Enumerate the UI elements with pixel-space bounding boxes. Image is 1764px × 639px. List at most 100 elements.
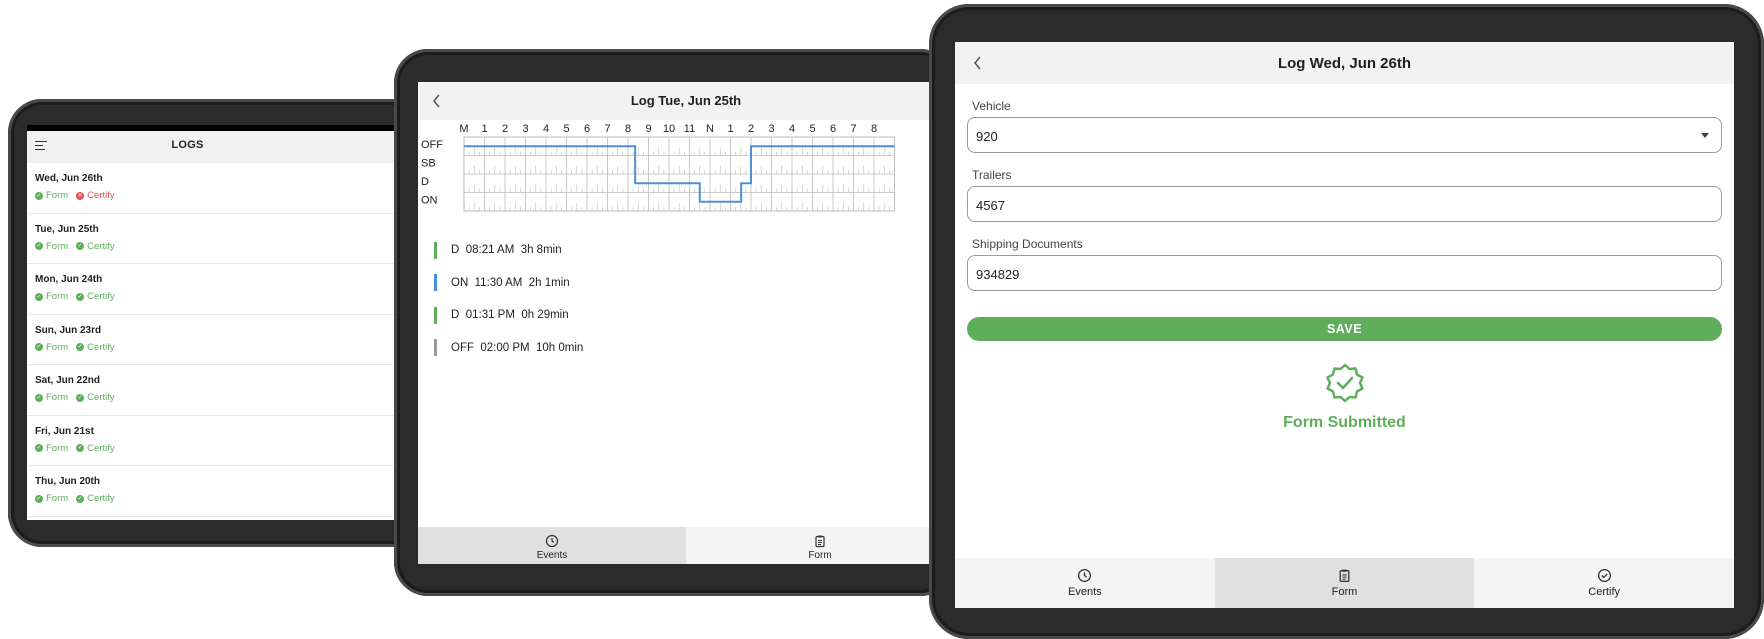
tab-form[interactable]: Form: [1214, 558, 1475, 608]
verified-badge-icon: [1325, 363, 1364, 403]
event-row[interactable]: D 08:21 AM 3h 8min: [434, 234, 954, 267]
check-circle-icon: ✓: [76, 343, 85, 351]
check-circle-icon: ✓: [35, 343, 43, 351]
trailers-value: 4567: [976, 198, 1005, 213]
log-status-badges: ✓ Form ✕ Certify: [35, 190, 428, 201]
log-status-badges: ✓ Form ✓ Certify: [35, 392, 428, 403]
hour-label: 7: [850, 123, 856, 135]
log-status-badges: ✓ Form ✓ Certify: [35, 342, 428, 353]
tab-certify[interactable]: Certify: [1474, 558, 1734, 608]
trailers-input[interactable]: 4567: [967, 186, 1722, 222]
check-circle-icon: ✓: [76, 242, 85, 250]
x-circle-icon: ✕: [76, 191, 85, 200]
certify-status-label: Certify: [87, 392, 115, 403]
tab-events[interactable]: Events: [955, 558, 1215, 608]
log-list-item[interactable]: Mon, Jun 24th ✓ Form ✓ Certify: [27, 264, 428, 315]
check-circle-icon: ✓: [35, 444, 43, 452]
shipping-documents-value: 934829: [976, 267, 1020, 282]
form-status-label: Form: [46, 392, 69, 403]
check-circle-icon: ✓: [35, 191, 43, 200]
log-tue-screen: Log Tue, Jun 25th M 1 2 3 4 5 6 7 8 9 10 11 N 1 2 3 4 5 6 7…: [418, 82, 954, 564]
tab-form[interactable]: Form: [686, 527, 954, 564]
page-title: Log Tue, Jun 25th: [630, 93, 742, 108]
log-status-badges: ✓ Form ✓ Certify: [35, 241, 428, 252]
log-list-item[interactable]: Thu, Jun 20th ✓ Form ✓ Certify: [27, 466, 428, 517]
hour-label: 4: [789, 123, 795, 135]
event-duration: 0h 29min: [521, 309, 569, 322]
hour-label: 7: [604, 123, 610, 135]
form-submitted-text: Form Submitted: [1283, 414, 1406, 431]
log-list-item[interactable]: Wed, Jun 26th ✓ Form ✕ Certify: [27, 163, 428, 214]
event-status: D: [451, 244, 460, 257]
event-row[interactable]: ON 11:30 AM 2h 1min: [434, 267, 954, 300]
event-time: 02:00 PM: [480, 341, 530, 354]
chevron-down-icon: [1701, 133, 1709, 138]
log-wed-screen: Log Wed, Jun 26th Vehicle 920 Trailers 4…: [955, 42, 1734, 608]
hour-label: 2: [502, 123, 508, 135]
save-button[interactable]: SAVE: [967, 317, 1722, 341]
log-date: Wed, Jun 26th: [35, 173, 103, 184]
hour-label: 9: [645, 123, 651, 135]
page-title: LOGS: [171, 139, 204, 151]
logs-header: LOGS: [27, 125, 428, 163]
log-list-item[interactable]: Sun, Jun 23rd ✓ Form ✓ Certify: [27, 315, 428, 365]
form-status-badge: ✓ Form: [35, 443, 68, 454]
hour-label: 10: [663, 123, 675, 135]
form-status-badge: ✓ Form: [35, 392, 68, 403]
certify-status-badge: ✓ Certify: [76, 241, 115, 252]
tab-events-label: Events: [536, 549, 568, 561]
logs-screen: LOGS Wed, Jun 26th ✓ Form ✕ Certify Tue, Jun …: [27, 125, 428, 520]
hour-label: M: [459, 123, 468, 135]
certify-status-label: Certify: [87, 291, 115, 302]
event-time: 11:30 AM: [474, 276, 523, 289]
shipping-documents-input[interactable]: 934829: [967, 255, 1722, 291]
duty-status-grid: M 1 2 3 4 5 6 7 8 9 10 11 N 1 2 3 4 5 6 7 8 OFF SB D ON: [418, 120, 954, 230]
tab-certify-label: Certify: [1588, 586, 1621, 598]
duty-row-label: OFF: [421, 139, 443, 151]
shipping-documents-label: Shipping Documents: [972, 237, 1083, 251]
hour-label: 1: [481, 123, 487, 135]
log-list-item[interactable]: Fri, Jun 21st ✓ Form ✓ Certify: [27, 416, 428, 466]
certify-status-badge: ✓ Certify: [76, 392, 115, 403]
form-status-badge: ✓ Form: [35, 291, 68, 302]
certify-status-label: Certify: [87, 442, 115, 454]
log-list-item[interactable]: Sat, Jun 22nd ✓ Form ✓ Certify: [27, 365, 428, 416]
status-color-bar: [434, 339, 437, 357]
event-row[interactable]: D 01:31 PM 0h 29min: [434, 299, 954, 332]
bottom-tab-bar: Events Form Certify: [955, 558, 1734, 608]
log-date: Tue, Jun 25th: [35, 223, 99, 235]
log-wed-header: Log Wed, Jun 26th: [955, 42, 1734, 84]
form-status-badge: ✓ Form: [35, 342, 68, 353]
log-tue-tablet: Log Tue, Jun 25th M 1 2 3 4 5 6 7 8 9 10 11 N 1 2 3 4 5 6 7…: [394, 49, 954, 596]
tab-form-label: Form: [1331, 586, 1358, 598]
tab-events[interactable]: Events: [418, 527, 686, 564]
hour-label: 4: [543, 123, 549, 135]
vehicle-label: Vehicle: [972, 99, 1011, 113]
vehicle-select[interactable]: 920: [967, 117, 1722, 153]
hour-label: 3: [522, 123, 528, 135]
event-row[interactable]: OFF 02:00 PM 10h 0min: [434, 332, 954, 365]
event-duration: 3h 8min: [520, 244, 562, 257]
clipboard-icon: [815, 535, 825, 547]
event-time: 01:31 PM: [465, 309, 515, 322]
form-submitted-status: Form Submitted: [955, 363, 1734, 432]
certify-status-badge: ✕ Certify: [76, 190, 115, 201]
event-status: ON: [451, 276, 469, 289]
form-status-label: Form: [46, 442, 69, 454]
certify-status-badge: ✓ Certify: [76, 342, 115, 353]
form-status-label: Form: [46, 291, 69, 302]
log-list-item[interactable]: Tue, Jun 25th ✓ Form ✓ Certify: [27, 214, 428, 264]
event-status: OFF: [451, 341, 474, 354]
log-date: Mon, Jun 24th: [35, 274, 103, 285]
form-status-label: Form: [46, 493, 69, 504]
log-date: Fri, Jun 21st: [35, 425, 94, 437]
hour-label: 8: [625, 123, 631, 135]
check-circle-icon: ✓: [76, 494, 85, 503]
hour-label: N: [706, 123, 714, 135]
log-status-badges: ✓ Form ✓ Certify: [35, 443, 428, 454]
event-duration: 10h 0min: [536, 341, 584, 354]
hour-label: 8: [871, 123, 877, 135]
certify-status-badge: ✓ Certify: [76, 442, 115, 454]
bottom-tab-bar: Events Form: [418, 527, 954, 564]
hour-label: 5: [809, 123, 815, 135]
